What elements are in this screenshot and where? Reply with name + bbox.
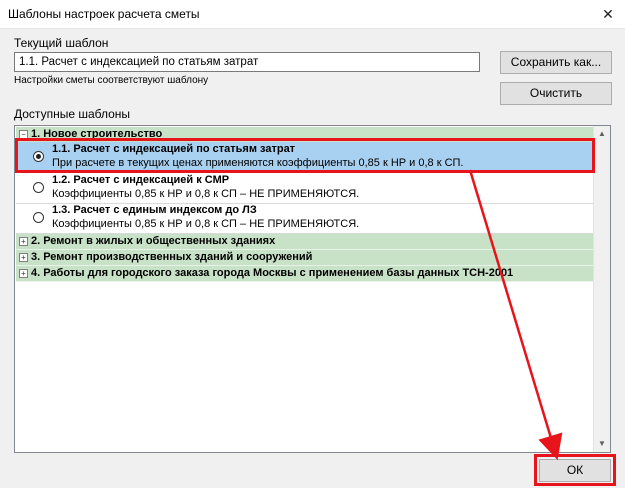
radio-selected-icon[interactable] bbox=[33, 151, 44, 162]
group-label: 1. Новое строительство bbox=[31, 128, 163, 140]
tree-group-industrial-repair[interactable]: + 3. Ремонт производственных зданий и со… bbox=[16, 250, 594, 266]
template-item-1-3[interactable]: 1.3. Расчет с единым индексом до ЛЗ Коэф… bbox=[16, 203, 594, 234]
template-description: При расчете в текущих ценах применяются … bbox=[52, 157, 464, 169]
tree-group-new-construction[interactable]: − 1. Новое строительство bbox=[16, 127, 594, 143]
tree-group-moscow-tsn[interactable]: + 4. Работы для городского заказа города… bbox=[16, 266, 594, 282]
group-label: 4. Работы для городского заказа города М… bbox=[31, 267, 514, 279]
scroll-up-icon[interactable]: ▲ bbox=[594, 126, 610, 142]
scroll-down-icon[interactable]: ▼ bbox=[594, 436, 610, 452]
template-description: Коэффициенты 0,85 к НР и 0,8 к СП – НЕ П… bbox=[52, 218, 360, 230]
current-template-field[interactable]: 1.1. Расчет с индексацией по статьям зат… bbox=[14, 52, 480, 72]
current-template-label: Текущий шаблон bbox=[14, 36, 109, 50]
clear-button[interactable]: Очистить bbox=[500, 82, 612, 105]
template-title: 1.3. Расчет с единым индексом до ЛЗ bbox=[52, 204, 257, 216]
available-templates-label: Доступные шаблоны bbox=[14, 107, 131, 121]
title-bar: Шаблоны настроек расчета сметы ✕ bbox=[0, 0, 625, 29]
window-title: Шаблоны настроек расчета сметы bbox=[8, 7, 200, 21]
template-title: 1.1. Расчет с индексацией по статьям зат… bbox=[52, 143, 296, 155]
template-item-1-2[interactable]: 1.2. Расчет с индексацией к СМР Коэффици… bbox=[16, 173, 594, 204]
template-title: 1.2. Расчет с индексацией к СМР bbox=[52, 174, 230, 186]
save-as-button[interactable]: Сохранить как... bbox=[500, 51, 612, 74]
close-icon[interactable]: ✕ bbox=[597, 4, 619, 24]
plus-icon[interactable]: + bbox=[19, 237, 28, 246]
radio-icon[interactable] bbox=[33, 212, 44, 223]
current-template-hint: Настройки сметы соответствуют шаблону bbox=[14, 75, 209, 86]
radio-icon[interactable] bbox=[33, 182, 44, 193]
vertical-scrollbar[interactable]: ▲ ▼ bbox=[593, 126, 610, 452]
templates-tree[interactable]: − 1. Новое строительство 1.1. Расчет с и… bbox=[14, 125, 611, 453]
tree-group-residential-repair[interactable]: + 2. Ремонт в жилых и общественных здани… bbox=[16, 234, 594, 250]
ok-button[interactable]: ОК bbox=[539, 459, 611, 482]
plus-icon[interactable]: + bbox=[19, 253, 28, 262]
template-description: Коэффициенты 0,85 к НР и 0,8 к СП – НЕ П… bbox=[52, 188, 360, 200]
minus-icon[interactable]: − bbox=[19, 130, 28, 139]
template-item-1-1[interactable]: 1.1. Расчет с индексацией по статьям зат… bbox=[16, 142, 594, 173]
group-label: 2. Ремонт в жилых и общественных зданиях bbox=[31, 235, 276, 247]
plus-icon[interactable]: + bbox=[19, 269, 28, 278]
group-label: 3. Ремонт производственных зданий и соор… bbox=[31, 251, 313, 263]
